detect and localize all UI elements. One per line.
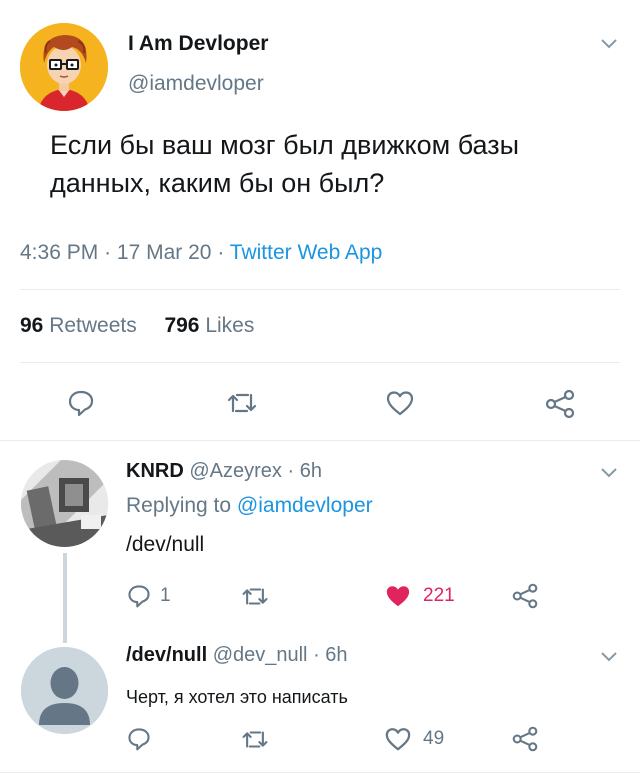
author-name[interactable]: I Am Devloper <box>128 32 268 56</box>
share-icon[interactable] <box>511 726 539 752</box>
tweet-meta: 4:36 PM · 17 Mar 20 · Twitter Web App <box>20 241 382 265</box>
retweets-count: 96 <box>20 314 44 337</box>
developer-avatar-icon <box>20 23 108 111</box>
tweet-text-line: Если бы ваш мозг был движком базы <box>50 130 520 160</box>
reply1-time[interactable]: 6h <box>300 460 322 482</box>
section-divider <box>0 440 640 441</box>
default-avatar-icon <box>21 647 108 734</box>
tweet-time[interactable]: 4:36 PM <box>20 241 98 264</box>
like-icon[interactable] <box>384 726 412 752</box>
author-avatar[interactable] <box>20 23 108 111</box>
reply1-header: KNRD @Azeyrex · 6h <box>126 460 322 483</box>
retweets-label: Retweets <box>49 314 137 337</box>
meta-separator: · <box>313 644 320 666</box>
reply2-name[interactable]: /dev/null <box>126 644 207 666</box>
tweet-date[interactable]: 17 Mar 20 <box>117 241 212 264</box>
retweet-icon[interactable] <box>226 389 258 417</box>
author-handle[interactable]: @iamdevloper <box>128 72 264 96</box>
meta-separator: · <box>287 460 295 482</box>
share-icon[interactable] <box>544 389 576 419</box>
chevron-down-icon[interactable] <box>600 651 618 663</box>
chevron-down-icon[interactable] <box>600 38 618 50</box>
reply2-handle[interactable]: @dev_null <box>213 644 308 666</box>
reply-icon[interactable] <box>126 583 152 609</box>
reply2-text: Черт, я хотел это написать <box>126 687 348 707</box>
reply-icon[interactable] <box>66 388 96 418</box>
reply1-reply-count: 1 <box>160 585 171 606</box>
meta-separator: · <box>104 241 112 264</box>
likes-count: 796 <box>164 314 200 337</box>
tweet-text: Если бы ваш мозг был движком базы данных… <box>50 126 610 202</box>
tweet-source[interactable]: Twitter Web App <box>230 241 383 264</box>
section-divider <box>0 772 640 773</box>
retweet-icon[interactable] <box>241 727 269 752</box>
tweet-text-line: данных, каким бы он был? <box>50 168 385 198</box>
meta-separator: · <box>217 241 225 264</box>
reply-icon[interactable] <box>126 726 152 752</box>
replying-to: Replying to @iamdevloper <box>126 494 373 518</box>
tweet-stats: 96 Retweets 796 Likes <box>20 314 254 338</box>
divider <box>20 362 620 363</box>
retweets-stat[interactable]: 96 Retweets <box>20 314 137 337</box>
replying-prefix: Replying to <box>126 494 232 517</box>
divider <box>20 289 620 290</box>
reply1-like-count: 221 <box>423 585 455 606</box>
share-icon[interactable] <box>511 583 539 609</box>
thread-line <box>63 553 67 643</box>
reply2-avatar[interactable] <box>21 647 108 734</box>
likes-stat[interactable]: 796 Likes <box>164 314 254 337</box>
likes-label: Likes <box>205 314 255 337</box>
reply1-name[interactable]: KNRD <box>126 460 184 482</box>
retweet-icon[interactable] <box>241 584 269 609</box>
photo-avatar-icon <box>21 460 108 547</box>
reply2-like-count: 49 <box>423 728 445 749</box>
like-icon-filled[interactable] <box>384 583 412 609</box>
reply2-header: /dev/null @dev_null · 6h <box>126 644 348 667</box>
reply1-avatar[interactable] <box>21 460 108 547</box>
reply1-text: /dev/null <box>126 533 205 556</box>
reply2-time[interactable]: 6h <box>325 644 347 666</box>
chevron-down-icon[interactable] <box>600 467 618 479</box>
like-icon[interactable] <box>385 389 415 417</box>
replying-to-handle[interactable]: @iamdevloper <box>237 494 373 517</box>
reply1-handle[interactable]: @Azeyrex <box>189 460 282 482</box>
